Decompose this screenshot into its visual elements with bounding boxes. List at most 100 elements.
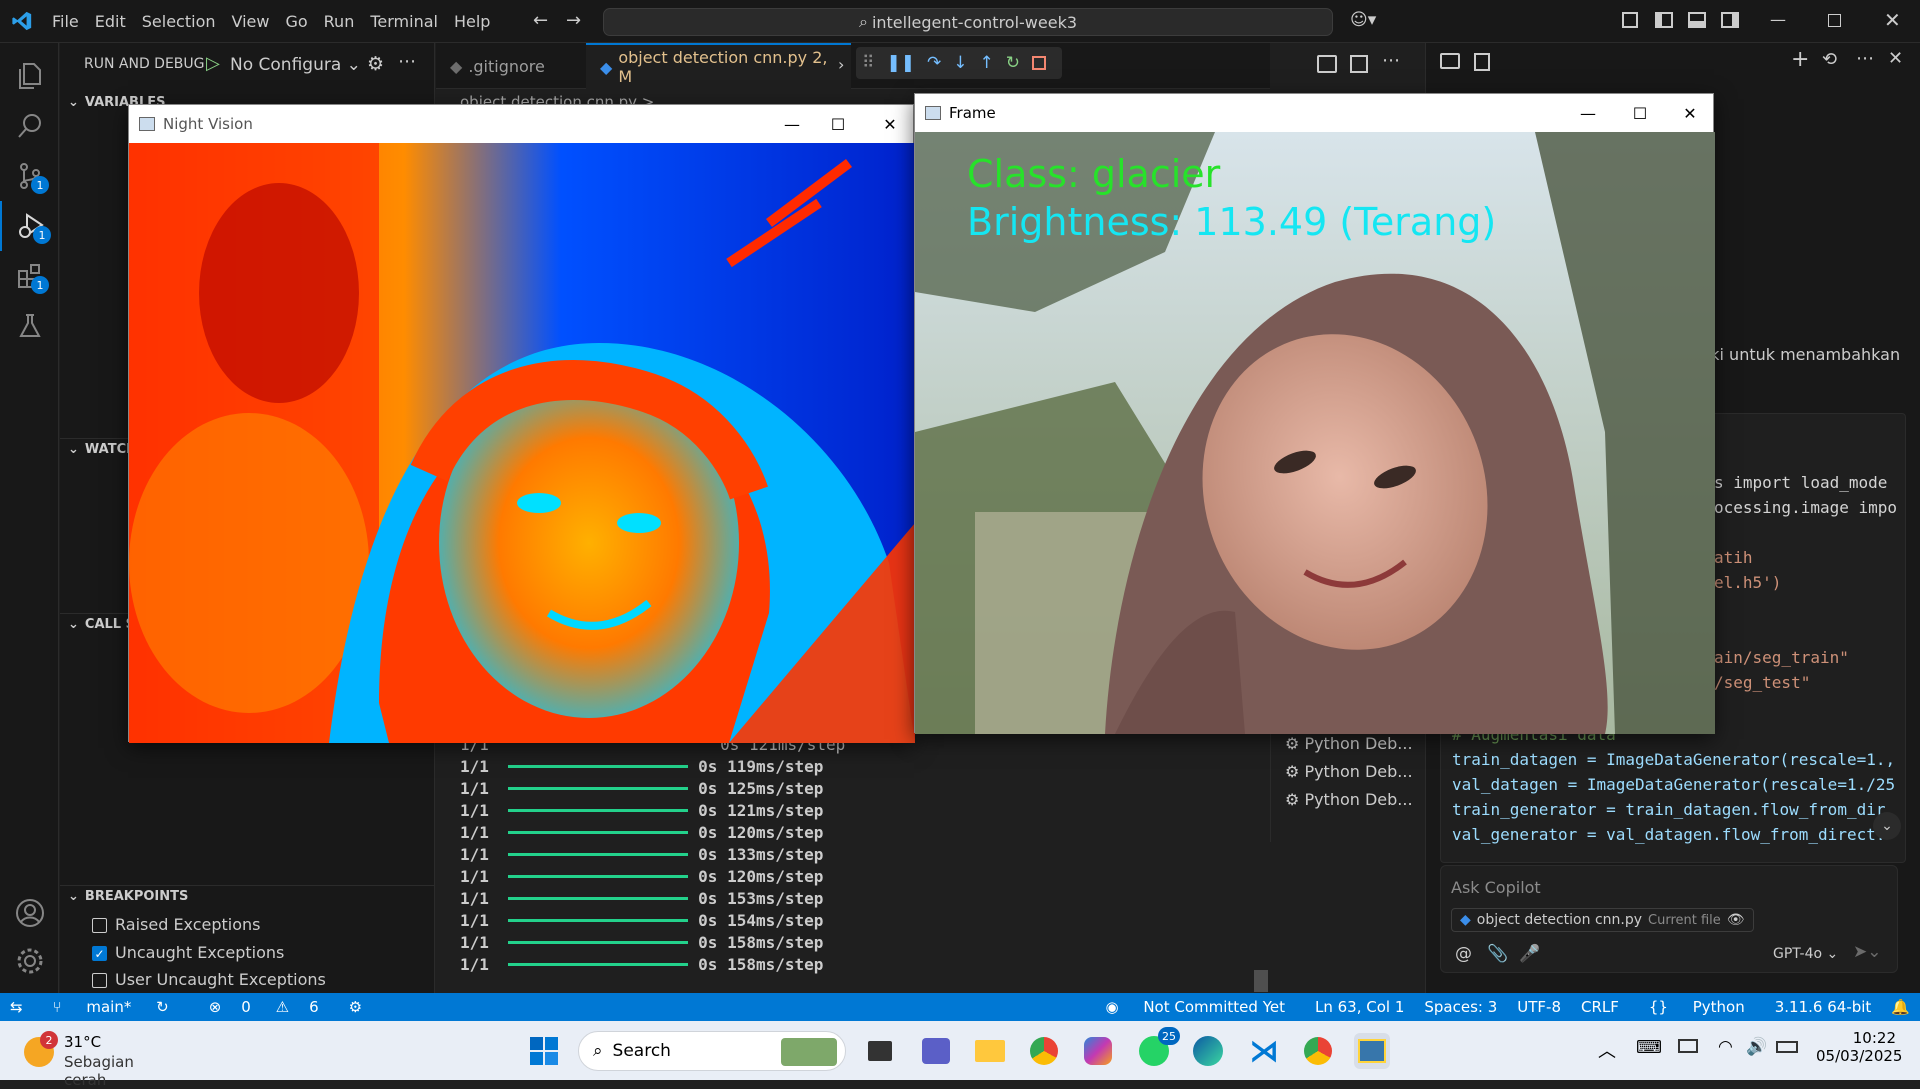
problems-indicator[interactable]: ⊗ 0 ⚠ 6 [189,998,339,1016]
close-icon[interactable]: ✕ [867,105,913,143]
volume-icon[interactable]: 🔊 [1746,1037,1767,1057]
cursor-position[interactable]: Ln 63, Col 1 [1305,998,1414,1016]
remote-icon[interactable]: ⇆ [0,998,33,1016]
edge-icon[interactable] [1190,1033,1226,1069]
mention-icon[interactable]: @ [1455,944,1472,964]
chat-more-icon[interactable]: ⋯ [1856,48,1874,69]
layout-customize-icon[interactable] [1622,12,1638,28]
editor-more-icon[interactable]: ⋯ [1382,50,1400,71]
debug-launch-icon[interactable]: ⚙ [339,998,372,1016]
vscode-taskbar-icon[interactable]: ⋊ [1246,1033,1282,1069]
python-interpreter[interactable]: 3.11.6 64-bit [1765,998,1882,1016]
weather-widget[interactable]: 2 31°C Sebagian cerah [18,1029,178,1089]
menu-help[interactable]: Help [446,12,498,31]
more-actions-icon[interactable]: ⋯ [398,51,416,72]
model-picker[interactable]: GPT-4o ⌄ [1773,946,1838,962]
minimize-icon[interactable]: — [1565,94,1611,132]
chrome-icon[interactable] [1026,1033,1062,1069]
menu-view[interactable]: View [224,12,278,31]
checkbox-checked[interactable]: ✓ [92,946,107,961]
teams-icon[interactable] [918,1033,954,1069]
tab-overflow-chevron-icon[interactable]: › [838,55,844,74]
restore-icon[interactable] [1828,14,1841,27]
clock[interactable]: 10:22 05/03/2025 [1816,1029,1902,1065]
debug-settings-gear-icon[interactable]: ⚙ [367,53,384,75]
branch-indicator[interactable]: ⑂ main* ↻ [33,998,189,1016]
language-mode[interactable]: {} Python [1629,998,1765,1016]
python-opencv-icon[interactable] [1354,1033,1390,1069]
start-windows-icon[interactable] [526,1033,562,1069]
command-center-search[interactable]: ⌕ intellegent-control-week3 [603,8,1333,36]
task-view-icon[interactable] [862,1033,898,1069]
close-icon[interactable]: ✕ [1884,8,1901,32]
copilot-icon[interactable]: ☺▾ [1350,10,1376,30]
bp-user-uncaught-exceptions[interactable]: User Uncaught Exceptions [92,970,326,989]
checkbox[interactable] [92,918,107,933]
scroll-down-icon[interactable]: ⌄ [1873,812,1901,840]
toggle-sidebar-icon[interactable] [1655,12,1673,28]
menu-go[interactable]: Go [277,12,315,31]
display-icon[interactable] [1678,1039,1698,1053]
step-out-icon[interactable]: ↑ [979,53,993,73]
show-hidden-icons-chevron[interactable]: ︿ [1598,1037,1616,1063]
close-icon[interactable]: ✕ [1667,94,1713,132]
source-control-icon[interactable]: 1 [0,151,59,201]
toggle-secondary-sidebar-icon[interactable] [1721,12,1739,28]
menu-file[interactable]: File [44,12,87,31]
menu-terminal[interactable]: Terminal [362,12,446,31]
maximize-icon[interactable]: ☐ [1617,94,1663,132]
history-icon[interactable]: ⟲ [1822,49,1837,70]
debug-session-item[interactable]: ⚙ Python Deb... [1285,734,1413,753]
explorer-icon[interactable] [0,51,59,101]
ask-copilot-box[interactable]: Ask Copilot ◆ object detection cnn.py Cu… [1440,865,1898,973]
open-changes-icon[interactable] [1317,55,1337,73]
debug-session-item[interactable]: ⚙ Python Deb... [1285,790,1413,809]
debug-session-item[interactable]: ⚙ Python Deb... [1285,762,1413,781]
debug-config-select[interactable]: No Configura ⌄ [230,55,361,75]
chrome-profile-icon[interactable] [1300,1033,1336,1069]
drag-handle-icon[interactable]: ⠿ [862,53,874,73]
testing-flask-icon[interactable] [0,301,59,351]
restart-icon[interactable]: ↻ [1006,53,1020,73]
toggle-panel-icon[interactable] [1688,12,1706,28]
terminal-scrollbar[interactable] [1254,970,1268,992]
search-icon[interactable] [0,101,59,151]
manage-gear-icon[interactable] [0,936,59,986]
taskbar-search-box[interactable]: ⌕ Search [578,1031,846,1071]
minimize-icon[interactable]: — [1770,10,1786,29]
breakpoints-section-header[interactable]: ⌄ BREAKPOINTS [60,885,435,907]
stop-icon[interactable] [1031,56,1046,70]
bp-raised-exceptions[interactable]: Raised Exceptions [92,915,261,934]
chat-edits-icon[interactable] [1474,53,1490,71]
add-icon[interactable]: + [1791,47,1809,72]
step-over-icon[interactable]: ↷ [927,53,941,73]
bp-uncaught-exceptions[interactable]: ✓ Uncaught Exceptions [92,943,284,962]
extensions-icon[interactable]: 1 [0,251,59,301]
tab-gitignore[interactable]: ◆ .gitignore [436,43,586,89]
file-explorer-icon[interactable] [972,1033,1008,1069]
encoding[interactable]: UTF-8 [1507,998,1571,1016]
run-debug-icon[interactable]: 1 [0,201,59,251]
minimize-icon[interactable]: — [769,105,815,143]
notifications-bell-icon[interactable]: 🔔 [1881,998,1920,1016]
start-debugging-icon[interactable]: ▷ [206,53,220,74]
new-chat-icon[interactable] [1440,53,1460,69]
git-blame-indicator[interactable]: ◉ Not Committed Yet [1085,998,1305,1016]
whatsapp-icon[interactable]: 25 [1136,1027,1180,1069]
microphone-icon[interactable]: 🎤 [1519,944,1540,964]
current-file-chip[interactable]: ◆ object detection cnn.py Current file 👁 [1451,908,1754,932]
menu-run[interactable]: Run [316,12,363,31]
line-endings[interactable]: CRLF [1571,998,1629,1016]
split-editor-right-icon[interactable] [1350,55,1368,73]
menu-edit[interactable]: Edit [87,12,134,31]
indentation[interactable]: Spaces: 3 [1414,998,1507,1016]
step-into-icon[interactable]: ↓ [953,53,967,73]
battery-icon[interactable] [1776,1041,1798,1053]
forward-arrow-icon[interactable]: → [566,10,581,31]
pause-icon[interactable]: ❚❚ [886,53,915,73]
maximize-icon[interactable]: ☐ [815,105,861,143]
copilot-app-icon[interactable] [1080,1033,1116,1069]
chat-close-icon[interactable]: ✕ [1888,48,1903,69]
menu-selection[interactable]: Selection [134,12,224,31]
tab-object-detection[interactable]: ◆ object detection cnn.py 2, M [586,43,851,89]
